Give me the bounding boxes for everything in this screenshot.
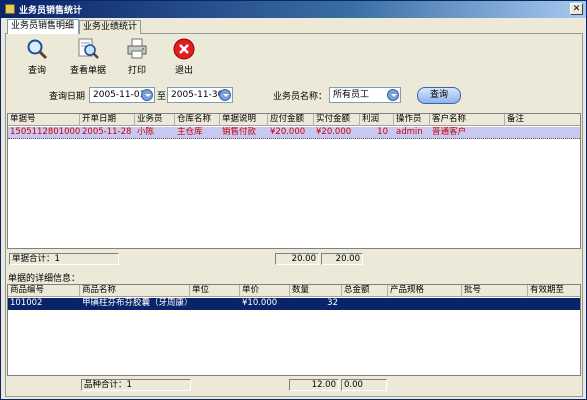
cell-warehouse: 主仓库 — [177, 127, 203, 137]
qty-total: 12.00 — [289, 379, 339, 391]
cell-customer: 普通客户 — [432, 127, 467, 137]
cell-paid: ¥20.000 — [316, 127, 352, 137]
print-label: 打印 — [127, 66, 146, 76]
view-document-label: 查看单据 — [69, 66, 106, 76]
cell-expiry — [528, 298, 580, 310]
table-row[interactable]: 15051128010001 2005-11-28 小陈 主仓库 销售付款 ¥2… — [8, 127, 580, 139]
col-date[interactable]: 开单日期 — [80, 114, 135, 126]
window-title: 业务员销售统计 — [19, 6, 83, 16]
col-unit[interactable]: 单位 — [190, 285, 240, 297]
cell-doc-desc: 销售付款 — [222, 127, 257, 137]
col-qty[interactable]: 数量 — [290, 285, 342, 297]
date-to-value: 2005-11-30 — [171, 90, 224, 100]
print-button[interactable]: 打印 — [117, 37, 157, 76]
salesperson-value: 所有员工 — [333, 90, 370, 100]
cell-date: 2005-11-28 — [82, 127, 132, 137]
col-doc-no[interactable]: 单据号 — [8, 114, 80, 126]
tab-sales-detail[interactable]: 业务员销售明细 — [7, 19, 79, 34]
document-search-icon — [78, 38, 99, 59]
col-item-name[interactable]: 商品名称 — [80, 285, 190, 297]
exit-label: 退出 — [174, 66, 193, 76]
cell-batch — [462, 298, 528, 310]
cell-salesperson: 小陈 — [137, 127, 155, 137]
date-from-value: 2005-11-01 — [93, 90, 146, 100]
date-to-dropdown-icon[interactable] — [219, 89, 231, 101]
cell-unit-price: ¥10.000 — [242, 298, 278, 308]
col-unit-price[interactable]: 单价 — [240, 285, 290, 297]
detail-grid[interactable]: 商品编号 商品名称 单位 单价 数量 总金额 产品规格 批号 有效期至 1010… — [7, 284, 581, 376]
exit-icon — [173, 38, 195, 60]
col-warehouse[interactable]: 仓库名称 — [175, 114, 220, 126]
detail-grid-header: 商品编号 商品名称 单位 单价 数量 总金额 产品规格 批号 有效期至 — [8, 285, 580, 297]
query-button[interactable]: 查询 — [417, 87, 461, 104]
col-doc-desc[interactable]: 单据说明 — [220, 114, 268, 126]
close-button[interactable]: ✕ — [570, 3, 583, 15]
app-icon — [5, 4, 15, 14]
cell-operator: admin — [396, 127, 423, 137]
col-payable[interactable]: 应付金额 — [268, 114, 314, 126]
cell-unit — [190, 298, 240, 310]
title-bar: 业务员销售统计 ✕ — [1, 1, 586, 18]
col-spec[interactable]: 产品规格 — [388, 285, 462, 297]
sales-grid[interactable]: 单据号 开单日期 业务员 仓库名称 单据说明 应付金额 实付金额 利润 操作员 … — [7, 113, 581, 249]
date-from-dropdown-icon[interactable] — [141, 89, 153, 101]
col-profit[interactable]: 利润 — [360, 114, 394, 126]
cell-item-code: 101002 — [10, 298, 43, 308]
col-operator[interactable]: 操作员 — [394, 114, 430, 126]
cell-profit: 10 — [377, 127, 388, 137]
cell-remark — [505, 127, 580, 139]
col-total-amount[interactable]: 总金额 — [342, 285, 388, 297]
magnifier-icon — [27, 39, 48, 60]
cell-total-amount — [342, 298, 388, 310]
printer-icon — [127, 38, 147, 59]
detail-section-label: 单据的详细信息： — [8, 274, 81, 284]
salesperson-label: 业务员名称： — [273, 92, 328, 102]
tab-performance[interactable]: 业务业绩统计 — [79, 20, 141, 34]
cell-qty: 32 — [327, 298, 338, 308]
date-label: 查询日期 — [49, 92, 86, 102]
cell-doc-no: 15051128010001 — [10, 127, 80, 137]
query-toolbar-label: 查询 — [27, 66, 46, 76]
cell-spec — [388, 298, 462, 310]
col-paid[interactable]: 实付金额 — [314, 114, 360, 126]
date-to-label: 至 — [157, 92, 167, 102]
doc-count-summary: 单据合计：1 — [9, 253, 119, 265]
salesperson-dropdown-icon[interactable] — [387, 89, 399, 101]
detail-summary-bar: 品种合计：1 12.00 0.00 — [7, 379, 581, 391]
col-batch[interactable]: 批号 — [462, 285, 528, 297]
col-customer[interactable]: 客户名称 — [430, 114, 505, 126]
col-salesperson[interactable]: 业务员 — [135, 114, 175, 126]
query-toolbar-button[interactable]: 查询 — [17, 37, 57, 76]
date-to-input[interactable]: 2005-11-30 — [167, 87, 233, 103]
sales-summary-bar: 单据合计：1 20.00 20.00 — [7, 253, 581, 265]
salesperson-select[interactable]: 所有员工 — [329, 87, 401, 103]
exit-button[interactable]: 退出 — [164, 37, 204, 76]
payable-total: 20.00 — [275, 253, 319, 265]
view-document-button[interactable]: 查看单据 — [65, 37, 111, 76]
date-from-input[interactable]: 2005-11-01 — [89, 87, 155, 103]
item-count-summary: 品种合计：1 — [81, 379, 191, 391]
sales-stats-window: 业务员销售统计 ✕ 业务员销售明细 业务业绩统计 查询 查看单据 打印 退出 查… — [0, 0, 587, 400]
col-expiry[interactable]: 有效期至 — [528, 285, 580, 297]
table-row[interactable]: 101002 甲磺柱芬布芬胶囊（牙周康）盒 ¥10.000 32 — [8, 298, 580, 310]
sales-grid-header: 单据号 开单日期 业务员 仓库名称 单据说明 应付金额 实付金额 利润 操作员 … — [8, 114, 580, 126]
amount-total: 0.00 — [341, 379, 387, 391]
paid-total: 20.00 — [321, 253, 363, 265]
col-remark[interactable]: 备注 — [505, 114, 580, 126]
cell-item-name: 甲磺柱芬布芬胶囊（牙周康）盒 — [82, 298, 190, 308]
cell-payable: ¥20.000 — [270, 127, 306, 137]
col-item-code[interactable]: 商品编号 — [8, 285, 80, 297]
